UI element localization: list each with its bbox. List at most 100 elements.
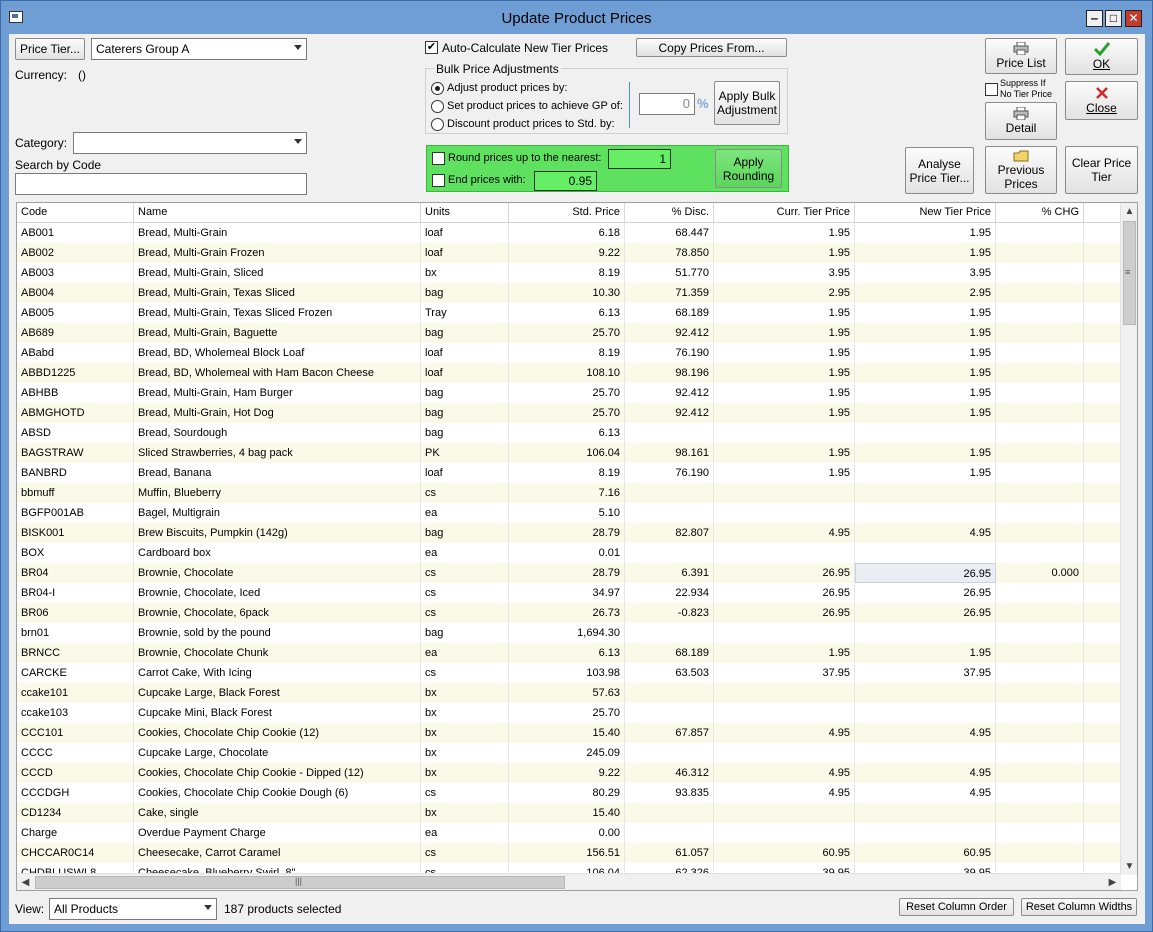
column-header-name[interactable]: Name: [134, 203, 421, 223]
scroll-left-icon[interactable]: ◀: [17, 874, 34, 890]
cell-new-tier-price[interactable]: [855, 503, 996, 523]
table-row[interactable]: CCCD Cookies, Chocolate Chip Cookie - Dip…: [17, 763, 1121, 783]
cell-new-tier-price[interactable]: 1.95: [855, 303, 996, 323]
column-header-std-price[interactable]: Std. Price: [509, 203, 625, 223]
table-row[interactable]: ccake103 Cupcake Mini, Black Forest bx 25.7…: [17, 703, 1121, 723]
gp-radio[interactable]: [431, 100, 444, 113]
cell-new-tier-price[interactable]: 4.95: [855, 763, 996, 783]
end-value-input[interactable]: 0.95: [534, 171, 597, 191]
apply-rounding-button[interactable]: Apply Rounding: [715, 149, 782, 188]
table-row[interactable]: CCCC Cupcake Large, Chocolate bx 245.09: [17, 743, 1121, 763]
table-row[interactable]: AB689 Bread, Multi-Grain, Baguette bag 25.7…: [17, 323, 1121, 343]
round-value-input[interactable]: 1: [608, 149, 671, 169]
cell-new-tier-price[interactable]: 1.95: [855, 323, 996, 343]
title-bar[interactable]: Update Product Prices ‒ □ ✕: [1, 1, 1152, 34]
discount-radio[interactable]: [431, 118, 444, 131]
cell-new-tier-price[interactable]: 1.95: [855, 363, 996, 383]
cell-new-tier-price[interactable]: 26.95: [855, 583, 996, 603]
vertical-scrollbar[interactable]: ▲ ≡ ▼: [1120, 203, 1137, 875]
cell-new-tier-price[interactable]: 1.95: [855, 643, 996, 663]
cell-new-tier-price[interactable]: 4.95: [855, 523, 996, 543]
table-row[interactable]: ccake101 Cupcake Large, Black Forest bx 57.…: [17, 683, 1121, 703]
cell-new-tier-price[interactable]: 1.95: [855, 223, 996, 243]
reset-column-order-button[interactable]: Reset Column Order: [899, 898, 1014, 916]
auto-calc-checkbox[interactable]: ✔: [425, 41, 438, 54]
scroll-right-icon[interactable]: ▶: [1104, 874, 1121, 890]
price-list-button[interactable]: Price List: [985, 38, 1057, 74]
column-header-code[interactable]: Code: [17, 203, 134, 223]
table-row[interactable]: AB003 Bread, Multi-Grain, Sliced bx 8.19 51.…: [17, 263, 1121, 283]
search-input[interactable]: [15, 173, 307, 195]
category-select[interactable]: [73, 132, 307, 154]
table-row[interactable]: BAGSTRAW Sliced Strawberries, 4 bag pack P…: [17, 443, 1121, 463]
table-row[interactable]: AB004 Bread, Multi-Grain, Texas Sliced bag…: [17, 283, 1121, 303]
cell-new-tier-price[interactable]: [855, 543, 996, 563]
table-row[interactable]: CCC101 Cookies, Chocolate Chip Cookie (12…: [17, 723, 1121, 743]
cell-new-tier-price[interactable]: 2.95: [855, 283, 996, 303]
analyse-price-tier-button[interactable]: Analyse Price Tier...: [905, 147, 974, 194]
cell-new-tier-price[interactable]: 1.95: [855, 443, 996, 463]
table-row[interactable]: bbmuff Muffin, Blueberry cs 7.16: [17, 483, 1121, 503]
column-header-new-tier-price[interactable]: New Tier Price: [855, 203, 996, 223]
scroll-down-icon[interactable]: ▼: [1121, 858, 1137, 875]
table-row[interactable]: BOX Cardboard box ea 0.01: [17, 543, 1121, 563]
table-row[interactable]: CD1234 Cake, single bx 15.40: [17, 803, 1121, 823]
reset-column-widths-button[interactable]: Reset Column Widths: [1021, 898, 1137, 916]
table-row[interactable]: BISK001 Brew Biscuits, Pumpkin (142g) bag 2…: [17, 523, 1121, 543]
end-prices-checkbox[interactable]: [432, 174, 445, 187]
scroll-up-icon[interactable]: ▲: [1121, 203, 1137, 220]
previous-prices-button[interactable]: Previous Prices: [985, 146, 1057, 194]
cell-new-tier-price[interactable]: 4.95: [855, 723, 996, 743]
table-row[interactable]: BR04 Brownie, Chocolate cs 28.79 6.391 26.95 2…: [17, 563, 1121, 583]
price-tier-button[interactable]: Price Tier...: [15, 38, 85, 60]
column-header-chg[interactable]: % CHG: [996, 203, 1084, 223]
cell-new-tier-price[interactable]: [855, 683, 996, 703]
ok-button[interactable]: OK: [1065, 38, 1138, 75]
view-select[interactable]: All Products: [49, 898, 217, 920]
table-row[interactable]: AB002 Bread, Multi-Grain Frozen loaf 9.22 78…: [17, 243, 1121, 263]
table-row[interactable]: BR06 Brownie, Chocolate, 6pack cs 26.73 -0.8…: [17, 603, 1121, 623]
table-row[interactable]: AB005 Bread, Multi-Grain, Texas Sliced Fr…: [17, 303, 1121, 323]
cell-new-tier-price[interactable]: [855, 823, 996, 843]
cell-new-tier-price[interactable]: 60.95: [855, 843, 996, 863]
apply-bulk-button[interactable]: Apply Bulk Adjustment: [714, 81, 780, 125]
cell-new-tier-price[interactable]: [855, 743, 996, 763]
close-button[interactable]: Close: [1065, 81, 1138, 120]
cell-new-tier-price[interactable]: 1.95: [855, 383, 996, 403]
round-up-checkbox[interactable]: [432, 152, 445, 165]
adjust-by-radio[interactable]: [431, 82, 444, 95]
table-row[interactable]: BGFP001AB Bagel, Multigrain ea 5.10: [17, 503, 1121, 523]
cell-new-tier-price[interactable]: 1.95: [855, 403, 996, 423]
table-row[interactable]: ABMGHOTD Bread, Multi-Grain, Hot Dog bag 25…: [17, 403, 1121, 423]
cell-new-tier-price[interactable]: 26.95: [855, 563, 996, 583]
table-row[interactable]: BR04-I Brownie, Chocolate, Iced cs 34.97 22.…: [17, 583, 1121, 603]
table-row[interactable]: CCCDGH Cookies, Chocolate Chip Cookie Dou…: [17, 783, 1121, 803]
cell-new-tier-price[interactable]: 3.95: [855, 263, 996, 283]
table-row[interactable]: CHCCAR0C14 Cheesecake, Carrot Caramel cs 15…: [17, 843, 1121, 863]
price-tier-select[interactable]: Caterers Group A: [91, 38, 307, 60]
table-row[interactable]: brn01 Brownie, sold by the pound bag 1,694.…: [17, 623, 1121, 643]
bulk-value-input[interactable]: 0: [639, 93, 695, 115]
cell-new-tier-price[interactable]: 4.95: [855, 783, 996, 803]
column-header-disc[interactable]: % Disc.: [625, 203, 714, 223]
cell-new-tier-price[interactable]: [855, 423, 996, 443]
cell-new-tier-price[interactable]: 1.95: [855, 243, 996, 263]
cell-new-tier-price[interactable]: 1.95: [855, 463, 996, 483]
cell-new-tier-price[interactable]: [855, 483, 996, 503]
table-row[interactable]: ABSD Bread, Sourdough bag 6.13: [17, 423, 1121, 443]
cell-new-tier-price[interactable]: 1.95: [855, 343, 996, 363]
table-row[interactable]: ABBD1225 Bread, BD, Wholemeal with Ham Ba…: [17, 363, 1121, 383]
column-header-units[interactable]: Units: [421, 203, 509, 223]
cell-new-tier-price[interactable]: [855, 803, 996, 823]
clear-price-tier-button[interactable]: Clear Price Tier: [1065, 146, 1138, 194]
table-row[interactable]: CARCKE Carrot Cake, With Icing cs 103.98 63.…: [17, 663, 1121, 683]
suppress-checkbox[interactable]: [985, 83, 998, 96]
table-row[interactable]: ABabd Bread, BD, Wholemeal Block Loaf loaf…: [17, 343, 1121, 363]
cell-new-tier-price[interactable]: [855, 623, 996, 643]
horizontal-scrollbar[interactable]: ◀ ||| ▶: [17, 873, 1121, 890]
detail-button[interactable]: Detail: [985, 102, 1057, 140]
cell-new-tier-price[interactable]: 37.95: [855, 663, 996, 683]
maximize-button[interactable]: □: [1105, 10, 1122, 27]
table-row[interactable]: Charge Overdue Payment Charge ea 0.00: [17, 823, 1121, 843]
minimize-button[interactable]: ‒: [1086, 10, 1103, 27]
